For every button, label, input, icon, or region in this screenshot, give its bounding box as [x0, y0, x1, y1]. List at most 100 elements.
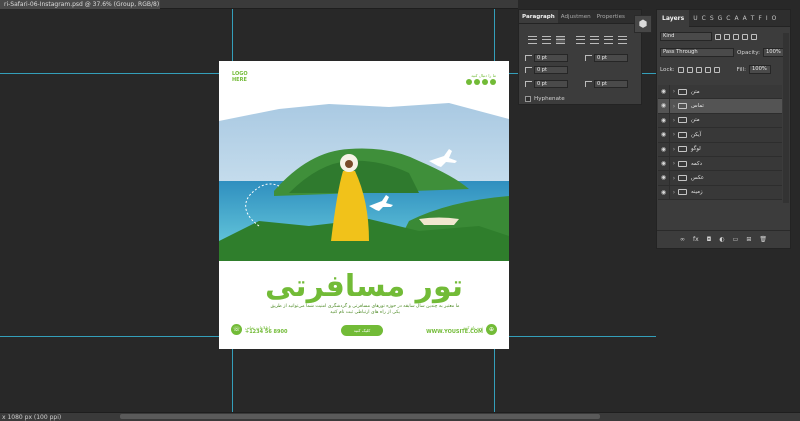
- phone-icon: ☏: [231, 324, 242, 335]
- folder-icon: [678, 146, 687, 153]
- justify-left-button[interactable]: [576, 36, 585, 44]
- align-right-button[interactable]: [556, 36, 565, 44]
- space-before-field[interactable]: 0 pt: [525, 80, 568, 88]
- horizontal-scrollbar[interactable]: [120, 414, 600, 419]
- chevron-right-icon[interactable]: ›: [670, 146, 678, 153]
- mask-icon[interactable]: ◘: [707, 236, 712, 243]
- headline: تور مسافرتی: [264, 269, 464, 304]
- lock-pixels-icon[interactable]: [677, 66, 684, 73]
- chevron-right-icon[interactable]: ›: [670, 189, 678, 196]
- layers-scrollbar[interactable]: [783, 33, 789, 203]
- indent-left-icon: [525, 55, 532, 61]
- justify-all-button[interactable]: [618, 36, 627, 44]
- hyphenate-toggle[interactable]: Hyphenate: [525, 96, 565, 102]
- tab-paragraph[interactable]: Paragraph: [519, 10, 558, 23]
- indent-right-field[interactable]: 0 pt: [585, 54, 628, 62]
- eye-icon[interactable]: ◉: [658, 185, 670, 200]
- type-filter-icon[interactable]: [733, 33, 739, 40]
- layer-row[interactable]: ◉ › زمینه: [658, 185, 782, 201]
- eye-icon[interactable]: ◉: [658, 85, 670, 99]
- align-center-button[interactable]: [542, 36, 551, 44]
- pixel-filter-icon[interactable]: [715, 33, 721, 40]
- new-layer-icon[interactable]: ⊞: [746, 236, 751, 243]
- whatsapp-icon: [490, 79, 496, 85]
- layer-list: ◉ › متن ◉ › تماس ◉ › متن ◉ › آیکن ◉ › لو…: [658, 85, 782, 201]
- contact-website: ثبت نام کنید WWW.YOUSITE.COM ⊕: [426, 324, 497, 335]
- tab-adjustments[interactable]: Adjustmen: [558, 10, 594, 23]
- space-before-icon: [525, 81, 532, 87]
- eye-icon[interactable]: ◉: [658, 171, 670, 185]
- smart-object-filter-icon[interactable]: [751, 33, 757, 40]
- adjustment-filter-icon[interactable]: [724, 33, 730, 40]
- eye-icon[interactable]: ◉: [658, 128, 670, 142]
- layer-row[interactable]: ◉ › دکمه: [658, 156, 782, 172]
- chevron-right-icon[interactable]: ›: [670, 175, 678, 182]
- layer-row[interactable]: ◉ › متن: [658, 85, 782, 100]
- layers-footer: ∞ fx ◘ ◐ ▭ ⊞ 🗑: [657, 230, 790, 248]
- chevron-right-icon[interactable]: ›: [670, 88, 678, 95]
- contact-phone: ☏ اطلاعات تماس +1234 56 8900: [231, 324, 288, 335]
- canvas-document[interactable]: LOGO HERE ما را دنبال کنید تور مسافرتی م…: [219, 61, 509, 349]
- folder-icon: [678, 103, 687, 110]
- indent-right-icon: [585, 55, 592, 61]
- kind-dropdown[interactable]: Kind: [660, 32, 712, 41]
- shape-filter-icon[interactable]: [742, 33, 748, 40]
- layer-row[interactable]: ◉ › لوگو: [658, 142, 782, 157]
- tab-properties[interactable]: Properties: [594, 10, 628, 23]
- justify-center-button[interactable]: [590, 36, 599, 44]
- blend-row: Pass Through Opacity: 100%: [660, 48, 785, 57]
- facebook-icon: [482, 79, 488, 85]
- logo-placeholder: LOGO HERE: [232, 71, 248, 83]
- adjustment-icon[interactable]: ◐: [719, 236, 724, 243]
- lock-position-icon[interactable]: [695, 66, 702, 73]
- cta-button[interactable]: کلیک کنید: [341, 325, 383, 336]
- chevron-right-icon[interactable]: ›: [670, 117, 678, 124]
- space-after-field[interactable]: 0 pt: [585, 80, 628, 88]
- layer-filter-row: Kind: [660, 32, 757, 41]
- trash-icon[interactable]: 🗑: [759, 236, 767, 243]
- layer-row[interactable]: ◉ › عکس: [658, 171, 782, 186]
- paragraph-panel: Paragraph Adjustmen Properties 0 pt 0 pt…: [518, 9, 642, 105]
- lock-image-icon[interactable]: [686, 66, 693, 73]
- chevron-right-icon[interactable]: ›: [670, 131, 678, 138]
- align-left-button[interactable]: [528, 36, 537, 44]
- folder-icon: [678, 88, 687, 95]
- eye-icon[interactable]: ◉: [658, 156, 670, 171]
- instagram-icon: [466, 79, 472, 85]
- blend-mode-dropdown[interactable]: Pass Through: [660, 48, 734, 57]
- eye-icon[interactable]: ◉: [658, 99, 670, 113]
- justify-right-button[interactable]: [604, 36, 613, 44]
- indent-first-line-icon: [525, 67, 532, 73]
- lock-all-icon[interactable]: [713, 66, 720, 73]
- panel-shortcuts: U C S G C A A T F I O: [693, 14, 777, 22]
- social-label: ما را دنبال کنید: [471, 73, 496, 78]
- twitter-icon: [474, 79, 480, 85]
- lock-artboard-icon[interactable]: [704, 66, 711, 73]
- indent-left-field[interactable]: 0 pt: [525, 54, 568, 62]
- fx-icon[interactable]: fx: [693, 236, 699, 243]
- layer-row[interactable]: ◉ › آیکن: [658, 128, 782, 143]
- alignment-buttons: [528, 36, 627, 44]
- fill-field[interactable]: 100%: [749, 65, 771, 74]
- layer-row[interactable]: ◉ › متن: [658, 113, 782, 129]
- indent-first-line-field[interactable]: 0 pt: [525, 66, 568, 74]
- social-block: ما را دنبال کنید: [466, 73, 496, 85]
- travel-photo: [219, 103, 509, 261]
- folder-icon[interactable]: ▭: [733, 236, 739, 243]
- folder-icon: [678, 131, 687, 138]
- tab-layers[interactable]: Layers: [657, 9, 690, 27]
- hyphenate-checkbox[interactable]: [525, 96, 531, 102]
- folder-icon: [678, 175, 687, 182]
- chevron-right-icon[interactable]: ›: [670, 160, 678, 167]
- link-icon[interactable]: ∞: [680, 236, 685, 243]
- globe-icon: ⊕: [486, 324, 497, 335]
- folder-icon: [678, 189, 687, 196]
- layer-row-selected[interactable]: ◉ › تماس: [658, 99, 782, 114]
- folder-icon: [678, 160, 687, 167]
- 3d-cube-icon[interactable]: ⬢: [634, 15, 652, 33]
- eye-icon[interactable]: ◉: [658, 113, 670, 128]
- opacity-field[interactable]: 100%: [763, 48, 785, 57]
- chevron-right-icon[interactable]: ›: [670, 103, 678, 110]
- document-tab[interactable]: ri-Safari-06-Instagram.psd @ 37.6% (Grou…: [0, 0, 160, 9]
- eye-icon[interactable]: ◉: [658, 142, 670, 156]
